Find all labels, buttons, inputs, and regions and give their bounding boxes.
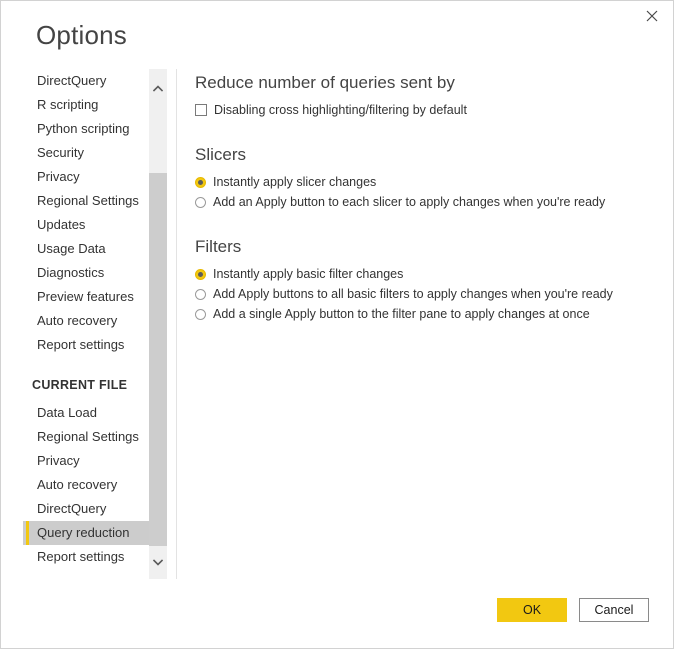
chevron-down-icon[interactable]	[149, 553, 167, 571]
chevron-down-icon-glyph	[153, 558, 163, 566]
sidebar-item-label: Data Load	[37, 405, 97, 420]
sidebar-item-label: Regional Settings	[37, 193, 139, 208]
sidebar-item-data-load[interactable]: Data Load	[23, 401, 149, 425]
radio-label: Add Apply buttons to all basic filters t…	[213, 287, 613, 301]
sidebar-item-auto-recovery[interactable]: Auto recovery	[23, 309, 149, 333]
sidebar-item-current-regional-settings[interactable]: Regional Settings	[23, 425, 149, 449]
sidebar-item-r-scripting[interactable]: R scripting	[23, 93, 149, 117]
sidebar-item-current-directquery[interactable]: DirectQuery	[23, 497, 149, 521]
sidebar-group-title-current-file: CURRENT FILE	[32, 378, 128, 392]
cancel-button[interactable]: Cancel	[579, 598, 649, 622]
sidebar-item-current-privacy[interactable]: Privacy	[23, 449, 149, 473]
dialog-footer: OK Cancel	[497, 598, 649, 622]
radio-label: Instantly apply basic filter changes	[213, 267, 404, 281]
radio-button-icon[interactable]	[195, 309, 206, 320]
options-dialog: Options DirectQuery R scripting Python s…	[0, 0, 674, 649]
panel-divider	[176, 69, 177, 579]
sidebar-item-python-scripting[interactable]: Python scripting	[23, 117, 149, 141]
section-heading-slicers: Slicers	[195, 145, 247, 164]
sidebar-item-label: Security	[37, 145, 84, 160]
sidebar-item-label: Regional Settings	[37, 429, 139, 444]
checkbox-disable-cross-highlighting[interactable]: Disabling cross highlighting/filtering b…	[195, 101, 645, 121]
sidebar-item-directquery[interactable]: DirectQuery	[23, 69, 149, 93]
section-heading-filters: Filters	[195, 237, 242, 256]
sidebar-item-label: Python scripting	[37, 121, 130, 136]
radio-filters-apply-buttons[interactable]: Add Apply buttons to all basic filters t…	[195, 285, 645, 305]
sidebar-item-label: Privacy	[37, 453, 80, 468]
sidebar-item-label: Auto recovery	[37, 477, 118, 492]
radio-label: Add a single Apply button to the filter …	[213, 307, 590, 321]
sidebar-item-label: Query reduction	[37, 525, 130, 540]
sidebar-item-label: Diagnostics	[37, 265, 105, 280]
checkbox-label: Disabling cross highlighting/filtering b…	[214, 103, 467, 117]
sidebar-item-label: Preview features	[37, 289, 134, 304]
query-reduction-settings-pane: Reduce number of queries sent by Disabli…	[195, 71, 645, 325]
sidebar-item-label: DirectQuery	[37, 501, 107, 516]
radio-button-icon[interactable]	[195, 177, 206, 188]
sidebar-item-report-settings[interactable]: Report settings	[23, 333, 149, 357]
radio-slicers-apply-button[interactable]: Add an Apply button to each slicer to ap…	[195, 193, 645, 213]
global-settings-group: DirectQuery R scripting Python scripting…	[23, 69, 149, 357]
sidebar-item-query-reduction[interactable]: Query reduction	[23, 521, 149, 545]
close-icon-glyph	[646, 10, 658, 22]
sidebar-item-label: Privacy	[37, 169, 80, 184]
sidebar-item-current-auto-recovery[interactable]: Auto recovery	[23, 473, 149, 497]
sidebar-item-current-report-settings[interactable]: Report settings	[23, 545, 149, 569]
sidebar-scrollbar-thumb[interactable]	[149, 173, 167, 546]
radio-slicers-instant[interactable]: Instantly apply slicer changes	[195, 173, 645, 193]
radio-button-icon[interactable]	[195, 197, 206, 208]
sidebar-item-diagnostics[interactable]: Diagnostics	[23, 261, 149, 285]
sidebar-item-label: Updates	[37, 217, 86, 232]
sidebar-item-label: R scripting	[37, 97, 99, 112]
current-file-group: Data Load Regional Settings Privacy Auto…	[23, 401, 149, 569]
ok-button[interactable]: OK	[497, 598, 567, 622]
sidebar-item-label: Usage Data	[37, 241, 106, 256]
sidebar-item-label: Report settings	[37, 337, 125, 352]
close-icon[interactable]	[631, 1, 673, 31]
radio-label: Instantly apply slicer changes	[213, 175, 377, 189]
radio-label: Add an Apply button to each slicer to ap…	[213, 195, 606, 209]
sidebar-item-label: Report settings	[37, 549, 125, 564]
radio-button-icon[interactable]	[195, 289, 206, 300]
sidebar-item-preview-features[interactable]: Preview features	[23, 285, 149, 309]
radio-filters-instant[interactable]: Instantly apply basic filter changes	[195, 265, 645, 285]
page-title: Options	[36, 20, 128, 50]
radio-filters-single-apply[interactable]: Add a single Apply button to the filter …	[195, 305, 645, 325]
checkbox-icon[interactable]	[195, 104, 207, 116]
section-heading-reduce-queries: Reduce number of queries sent by	[195, 73, 455, 92]
sidebar-item-regional-settings[interactable]: Regional Settings	[23, 189, 149, 213]
sidebar-item-label: DirectQuery	[37, 73, 107, 88]
settings-navigation-list: DirectQuery R scripting Python scripting…	[23, 69, 149, 579]
chevron-up-icon[interactable]	[149, 79, 167, 97]
sidebar-item-usage-data[interactable]: Usage Data	[23, 237, 149, 261]
chevron-up-icon-glyph	[153, 84, 163, 92]
radio-button-icon[interactable]	[195, 269, 206, 280]
sidebar-item-privacy[interactable]: Privacy	[23, 165, 149, 189]
sidebar-item-security[interactable]: Security	[23, 141, 149, 165]
sidebar-scrollbar[interactable]	[149, 69, 167, 579]
sidebar-item-updates[interactable]: Updates	[23, 213, 149, 237]
sidebar-item-label: Auto recovery	[37, 313, 118, 328]
